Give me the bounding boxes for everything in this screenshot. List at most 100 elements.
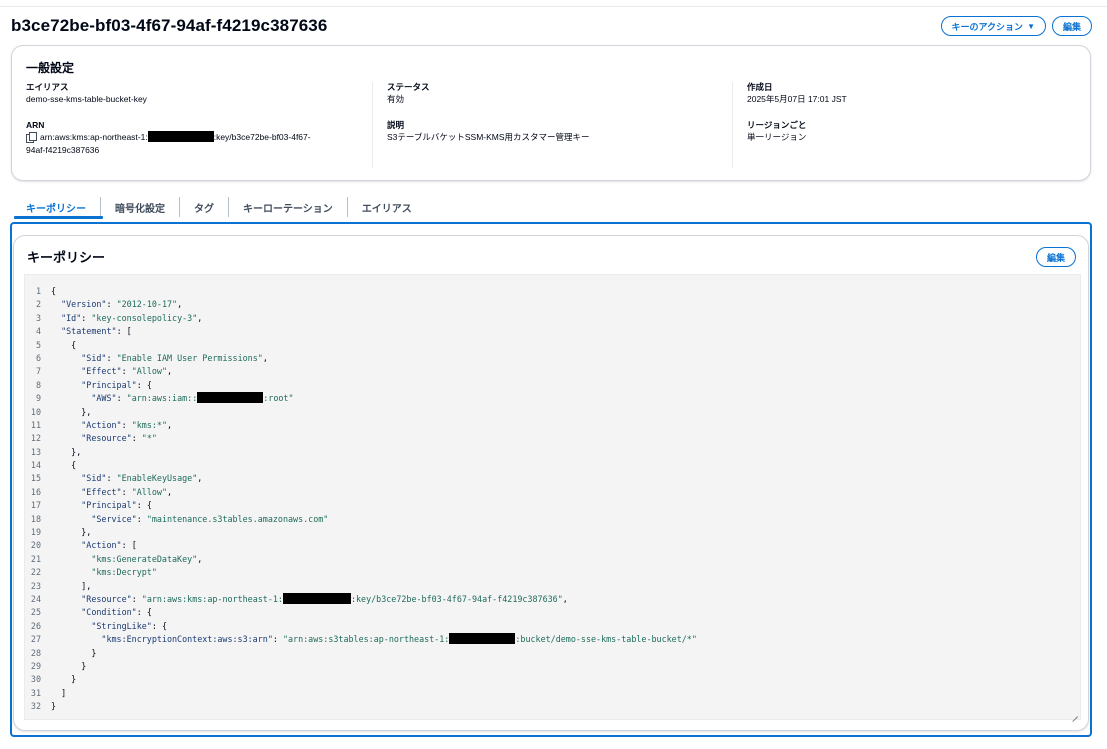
policy-code: 1{2 "Version": "2012-10-17", 3 "Id": "key… (25, 285, 1080, 714)
code-line: 8 "Principal": { (25, 379, 1080, 392)
policy-code-editor[interactable]: 1{2 "Version": "2012-10-17", 3 "Id": "key… (24, 274, 1081, 720)
created-value: 2025年5月07日 17:01 JST (747, 94, 847, 104)
line-text: { (41, 285, 56, 298)
redacted-account-id (282, 592, 351, 604)
line-number: 7 (35, 366, 41, 377)
json-string: "*" (141, 433, 157, 444)
page-header: b3ce72be-bf03-4f67-94af-f4219c387636 キーの… (11, 14, 1092, 40)
json-punct: } (51, 647, 97, 658)
json-punct (51, 353, 81, 363)
tab-tags[interactable]: タグ (179, 197, 228, 217)
json-punct: : (116, 393, 127, 404)
line-text: ], (41, 580, 91, 593)
code-line: 32} (25, 700, 1080, 713)
json-string: "Allow" (131, 366, 167, 377)
code-line: 24 "Resource": "arn:aws:kms:ap-northeast… (25, 592, 1080, 606)
line-number: 8 (35, 379, 41, 390)
key-actions-button[interactable]: キーのアクション ▼ (940, 16, 1046, 36)
tab-key-rotation[interactable]: キーローテーション (228, 197, 347, 217)
header-actions: キーのアクション ▼ 編集 (940, 16, 1092, 36)
json-punct: }, (51, 446, 82, 457)
line-text: } (41, 647, 96, 660)
line-text: } (41, 673, 76, 686)
general-column-2: ステータス 有効 説明 S3テーブルバケットSSM-KMS用カスタマー管理キー (372, 82, 712, 168)
line-text: "Service": "maintenance.s3tables.amazona… (41, 513, 328, 526)
code-line: 26 "StringLike": { (25, 620, 1080, 633)
active-tab-indicator (14, 216, 103, 219)
code-line: 10 }, (25, 406, 1080, 419)
json-punct: , (167, 366, 173, 377)
created-field: 作成日 2025年5月07日 17:01 JST (747, 82, 1072, 106)
json-punct: ] (51, 687, 67, 698)
code-line: 25 "Condition": { (25, 606, 1080, 619)
code-line: 12 "Resource": "*" (25, 432, 1080, 445)
line-number: 5 (35, 339, 41, 350)
line-number: 23 (30, 580, 41, 591)
line-text: "Principal": { (41, 379, 152, 392)
code-line: 19 }, (25, 526, 1080, 539)
json-punct: } (51, 674, 77, 685)
line-text: "Version": "2012-10-17", (41, 298, 182, 311)
json-punct: : { (136, 500, 152, 511)
json-punct: : (106, 352, 117, 363)
json-punct: , (177, 299, 183, 310)
line-number: 25 (30, 607, 41, 618)
json-punct (51, 594, 81, 604)
json-key: "Effect" (81, 366, 122, 377)
code-line: 7 "Effect": "Allow", (25, 365, 1080, 378)
line-number: 4 (35, 326, 41, 337)
json-punct: : (272, 634, 283, 645)
json-key: "Condition" (81, 607, 137, 618)
json-punct (51, 420, 81, 430)
top-divider (0, 6, 1107, 7)
tab-aliases[interactable]: エイリアス (346, 197, 426, 217)
code-line: 2 "Version": "2012-10-17", (25, 298, 1080, 311)
line-text: "Condition": { (41, 606, 152, 619)
code-line: 18 "Service": "maintenance.s3tables.amaz… (25, 513, 1080, 526)
json-string: "EnableKeyUsage" (116, 473, 198, 484)
code-line: 9 "AWS": "arn:aws:iam:::root" (25, 392, 1080, 405)
json-punct (51, 554, 91, 564)
line-text: }, (41, 526, 91, 539)
json-string: "Allow" (131, 486, 167, 497)
policy-edit-button[interactable]: 編集 (1035, 247, 1076, 267)
json-punct: { (51, 339, 77, 350)
redacted-account-id (197, 392, 264, 404)
status-value: 有効 (387, 94, 405, 104)
general-settings-panel: 一般設定 エイリアス demo-sse-kms-table-bucket-key… (11, 45, 1091, 181)
line-number: 13 (30, 446, 41, 457)
line-text: "kms:Decrypt" (41, 566, 157, 579)
json-key: "Principal" (81, 379, 137, 390)
json-string: "Enable IAM User Permissions" (116, 352, 263, 363)
json-string: "kms:Decrypt" (91, 567, 157, 578)
json-punct: , (197, 553, 203, 564)
tab-key-policy[interactable]: キーポリシー (14, 197, 100, 217)
json-punct (51, 634, 101, 644)
json-punct: : { (136, 379, 152, 390)
line-number: 12 (30, 433, 41, 444)
tab-encryption-settings[interactable]: 暗号化設定 (100, 197, 179, 217)
json-punct (51, 500, 81, 510)
copy-icon[interactable] (26, 132, 37, 143)
json-key: "Sid" (81, 352, 107, 363)
json-string: :root" (263, 393, 294, 404)
json-key: "Statement" (61, 326, 117, 337)
json-key: "AWS" (91, 393, 117, 404)
line-text: "Principal": { (41, 499, 152, 512)
code-line: 15 "Sid": "EnableKeyUsage", (25, 472, 1080, 485)
code-line: 27 "kms:EncryptionContext:aws:s3:arn": "… (25, 633, 1080, 646)
json-punct: : [ (121, 540, 137, 551)
key-policy-panel: キーポリシー 編集 1{2 "Version": "2012-10-17", 3 … (13, 235, 1089, 731)
json-string: :bucket/demo-sse-kms-table-bucket/*" (515, 634, 697, 645)
code-line: 13 }, (25, 446, 1080, 459)
code-line: 3 "Id": "key-consolepolicy-3", (25, 312, 1080, 325)
line-number: 28 (30, 647, 41, 658)
json-key: "Effect" (81, 486, 122, 497)
alias-field: エイリアス demo-sse-kms-table-bucket-key (26, 82, 356, 106)
line-text: { (41, 339, 76, 352)
json-key: "Id" (61, 312, 82, 323)
resize-handle-icon[interactable] (1071, 710, 1079, 718)
line-text: "Resource": "arn:aws:kms:ap-northeast-1:… (41, 592, 568, 606)
json-punct: , (562, 593, 568, 604)
edit-button[interactable]: 編集 (1051, 16, 1092, 36)
